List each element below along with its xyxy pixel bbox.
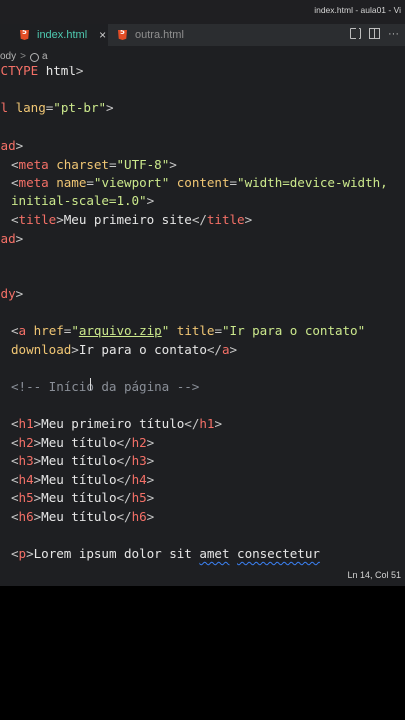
status-bar: Ln 14, Col 51 bbox=[0, 566, 405, 586]
code-line-head-close: ead> bbox=[0, 231, 24, 246]
breadcrumb-item-a[interactable]: a bbox=[42, 51, 48, 62]
code-line-doctype: OCTYPE html> bbox=[0, 66, 84, 78]
tab-index-html[interactable]: index.html × bbox=[0, 24, 108, 47]
title-bar: index.html - aula01 - Vi bbox=[0, 0, 405, 24]
code-line-comment: <!-- Início da página --> bbox=[11, 379, 200, 394]
more-actions-icon[interactable]: ··· bbox=[388, 28, 399, 40]
code-line-meta-viewport-cont: initial-scale=1.0"> bbox=[11, 193, 155, 208]
code-line-anchor-cont: download>Ir para o contato</a> bbox=[11, 342, 238, 357]
spellcheck-word: amet bbox=[199, 546, 230, 561]
code-line-h2: <h2>Meu título</h2> bbox=[11, 435, 155, 450]
code-line-paragraph: <p>Lorem ipsum dolor sit amet consectetu… bbox=[11, 546, 320, 561]
code-line-h4: <h4>Meu título</h4> bbox=[11, 472, 155, 487]
code-line-h6: <h6>Meu título</h6> bbox=[11, 509, 155, 524]
open-changes-icon[interactable] bbox=[350, 28, 361, 39]
spellcheck-word: consectetur bbox=[237, 546, 320, 561]
tab-bar: index.html × outra.html bbox=[0, 24, 405, 47]
code-line-title: <title>Meu primeiro site</title> bbox=[11, 212, 253, 227]
tab-label: index.html bbox=[37, 29, 88, 41]
breadcrumb-item-body[interactable]: ody bbox=[0, 51, 16, 62]
tab-outra-html[interactable]: outra.html bbox=[110, 24, 200, 46]
html-tag-icon bbox=[29, 52, 39, 62]
code-line-anchor: <a href="arquivo.zip" title="Ir para o c… bbox=[11, 323, 366, 338]
code-line-body-open: ody> bbox=[0, 286, 24, 301]
editor-actions: ··· bbox=[350, 28, 399, 40]
window-title: index.html - aula01 - Vi bbox=[314, 5, 401, 15]
html5-file-icon bbox=[20, 30, 29, 40]
code-line-meta-charset: <meta charset="UTF-8"> bbox=[11, 157, 177, 172]
code-line-html: ml lang="pt-br"> bbox=[0, 100, 114, 115]
code-line-head-open: ead> bbox=[0, 138, 24, 153]
tab-label: outra.html bbox=[135, 29, 184, 41]
split-editor-icon[interactable] bbox=[369, 28, 380, 39]
close-icon[interactable]: × bbox=[99, 28, 106, 42]
code-editor[interactable]: OCTYPE html> ml lang="pt-br"> ead> <meta… bbox=[0, 66, 405, 580]
cursor-position[interactable]: Ln 14, Col 51 bbox=[347, 570, 401, 580]
link-value: arquivo.zip bbox=[78, 323, 162, 338]
html5-file-icon bbox=[118, 30, 127, 40]
breadcrumb: ody > a bbox=[0, 46, 405, 66]
code-line-h3: <h3>Meu título</h3> bbox=[11, 453, 155, 468]
code-line-h5: <h5>Meu título</h5> bbox=[11, 490, 155, 505]
mouse-cursor bbox=[90, 378, 91, 390]
code-line-meta-viewport: <meta name="viewport" content="width=dev… bbox=[11, 175, 388, 190]
breadcrumb-separator: > bbox=[20, 50, 26, 62]
code-line-h1: <h1>Meu primeiro título</h1> bbox=[11, 416, 222, 431]
